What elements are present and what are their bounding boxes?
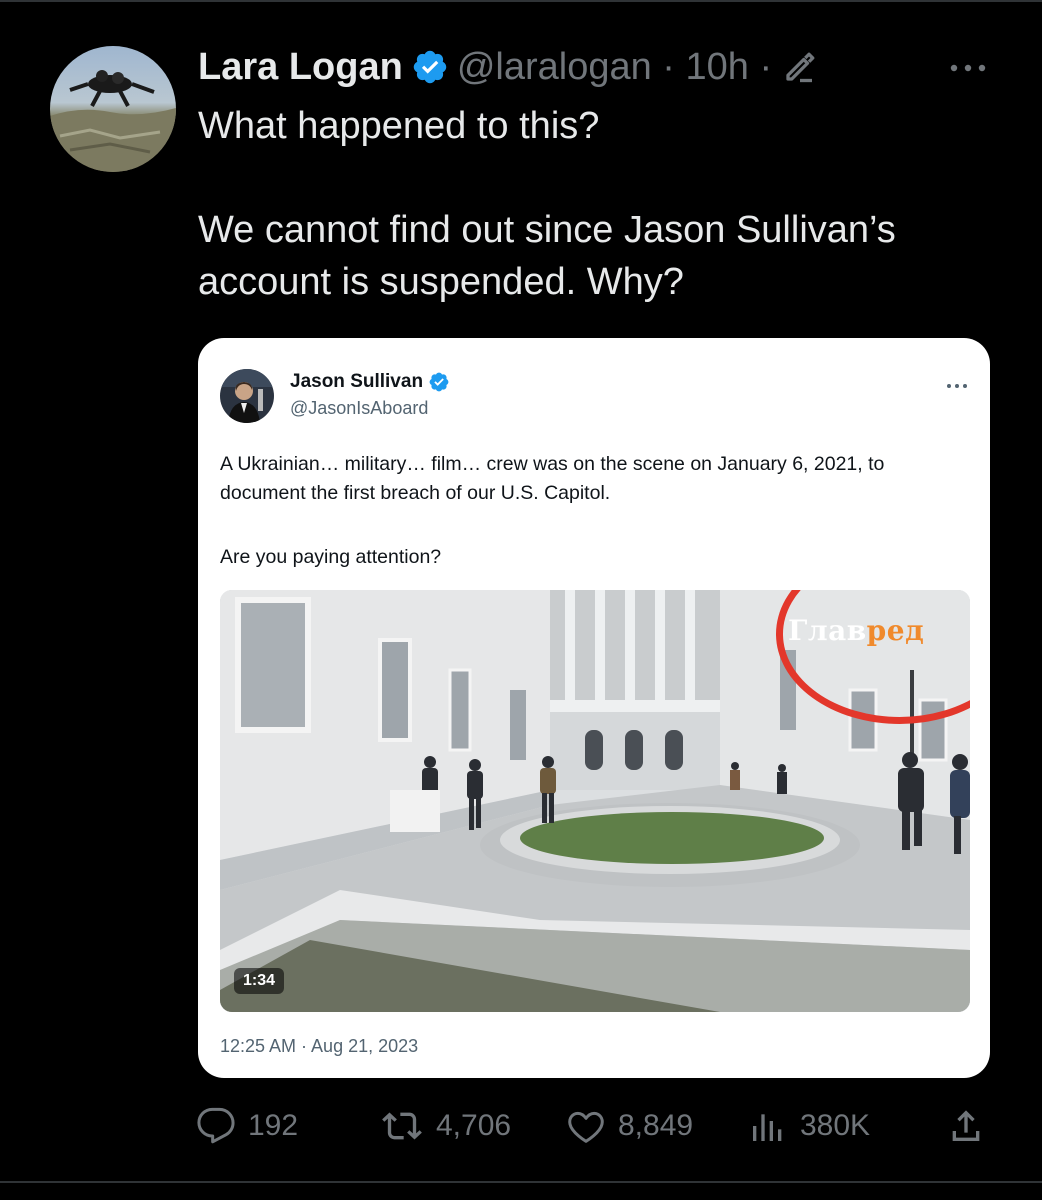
quoted-author-name-row: Jason Sullivan bbox=[290, 371, 450, 393]
quoted-author-name[interactable]: Jason Sullivan bbox=[290, 371, 423, 393]
repost-button[interactable]: 4,706 bbox=[380, 1098, 511, 1154]
watermark-part1: Глав bbox=[788, 614, 867, 647]
reply-button[interactable]: 192 bbox=[196, 1098, 298, 1154]
channel-watermark: Главред bbox=[788, 614, 924, 647]
tweet-header: Lara Logan @laralogan · 10h · bbox=[198, 44, 818, 90]
top-divider bbox=[0, 0, 1042, 2]
quoted-author-handle: @JasonIsAboard bbox=[290, 398, 429, 418]
reply-icon bbox=[196, 1106, 236, 1146]
quoted-tweet-card[interactable]: Jason Sullivan @JasonIsAboard A Ukrainia… bbox=[198, 338, 990, 1078]
edit-pencil-icon bbox=[782, 49, 818, 85]
bottom-divider bbox=[0, 1181, 1042, 1183]
views-icon bbox=[748, 1106, 788, 1146]
handle-and-time: @laralogan · 10h · bbox=[456, 45, 773, 88]
tweet-text: What happened to this? We cannot find ou… bbox=[198, 100, 1008, 308]
tweet-text-line1: What happened to this? bbox=[198, 105, 600, 147]
more-icon[interactable] bbox=[948, 58, 988, 78]
tweet-text-line2: We cannot find out since Jason Sullivan’… bbox=[198, 209, 896, 303]
verified-badge-icon bbox=[411, 48, 449, 86]
author-name[interactable]: Lara Logan bbox=[198, 46, 403, 89]
share-button[interactable] bbox=[946, 1098, 986, 1154]
like-count: 8,849 bbox=[618, 1109, 694, 1142]
quoted-text-line2: Are you paying attention? bbox=[220, 546, 442, 568]
repost-count: 4,706 bbox=[436, 1109, 512, 1142]
watermark-part2: ред bbox=[866, 614, 925, 647]
verified-badge-icon bbox=[428, 371, 450, 393]
quoted-tweet-text: A Ukrainian… military… film… crew was on… bbox=[220, 450, 970, 572]
share-icon bbox=[946, 1106, 986, 1146]
author-avatar[interactable] bbox=[50, 46, 176, 172]
quoted-text-line1: A Ukrainian… military… film… crew was on… bbox=[220, 453, 885, 504]
action-bar: 192 4,706 8,849 380K bbox=[0, 1098, 1042, 1154]
quoted-author-avatar[interactable] bbox=[220, 369, 274, 423]
like-icon bbox=[566, 1106, 606, 1146]
video-player[interactable]: Главред 1:34 bbox=[220, 590, 970, 1012]
more-icon[interactable] bbox=[946, 378, 968, 388]
views-button[interactable]: 380K bbox=[748, 1098, 870, 1154]
views-count: 380K bbox=[800, 1109, 871, 1142]
reply-count: 192 bbox=[248, 1109, 299, 1142]
repost-icon bbox=[380, 1106, 424, 1146]
quoted-timestamp[interactable]: 12:25 AM · Aug 21, 2023 bbox=[220, 1036, 418, 1057]
video-duration: 1:34 bbox=[234, 968, 285, 994]
like-button[interactable]: 8,849 bbox=[566, 1098, 693, 1154]
